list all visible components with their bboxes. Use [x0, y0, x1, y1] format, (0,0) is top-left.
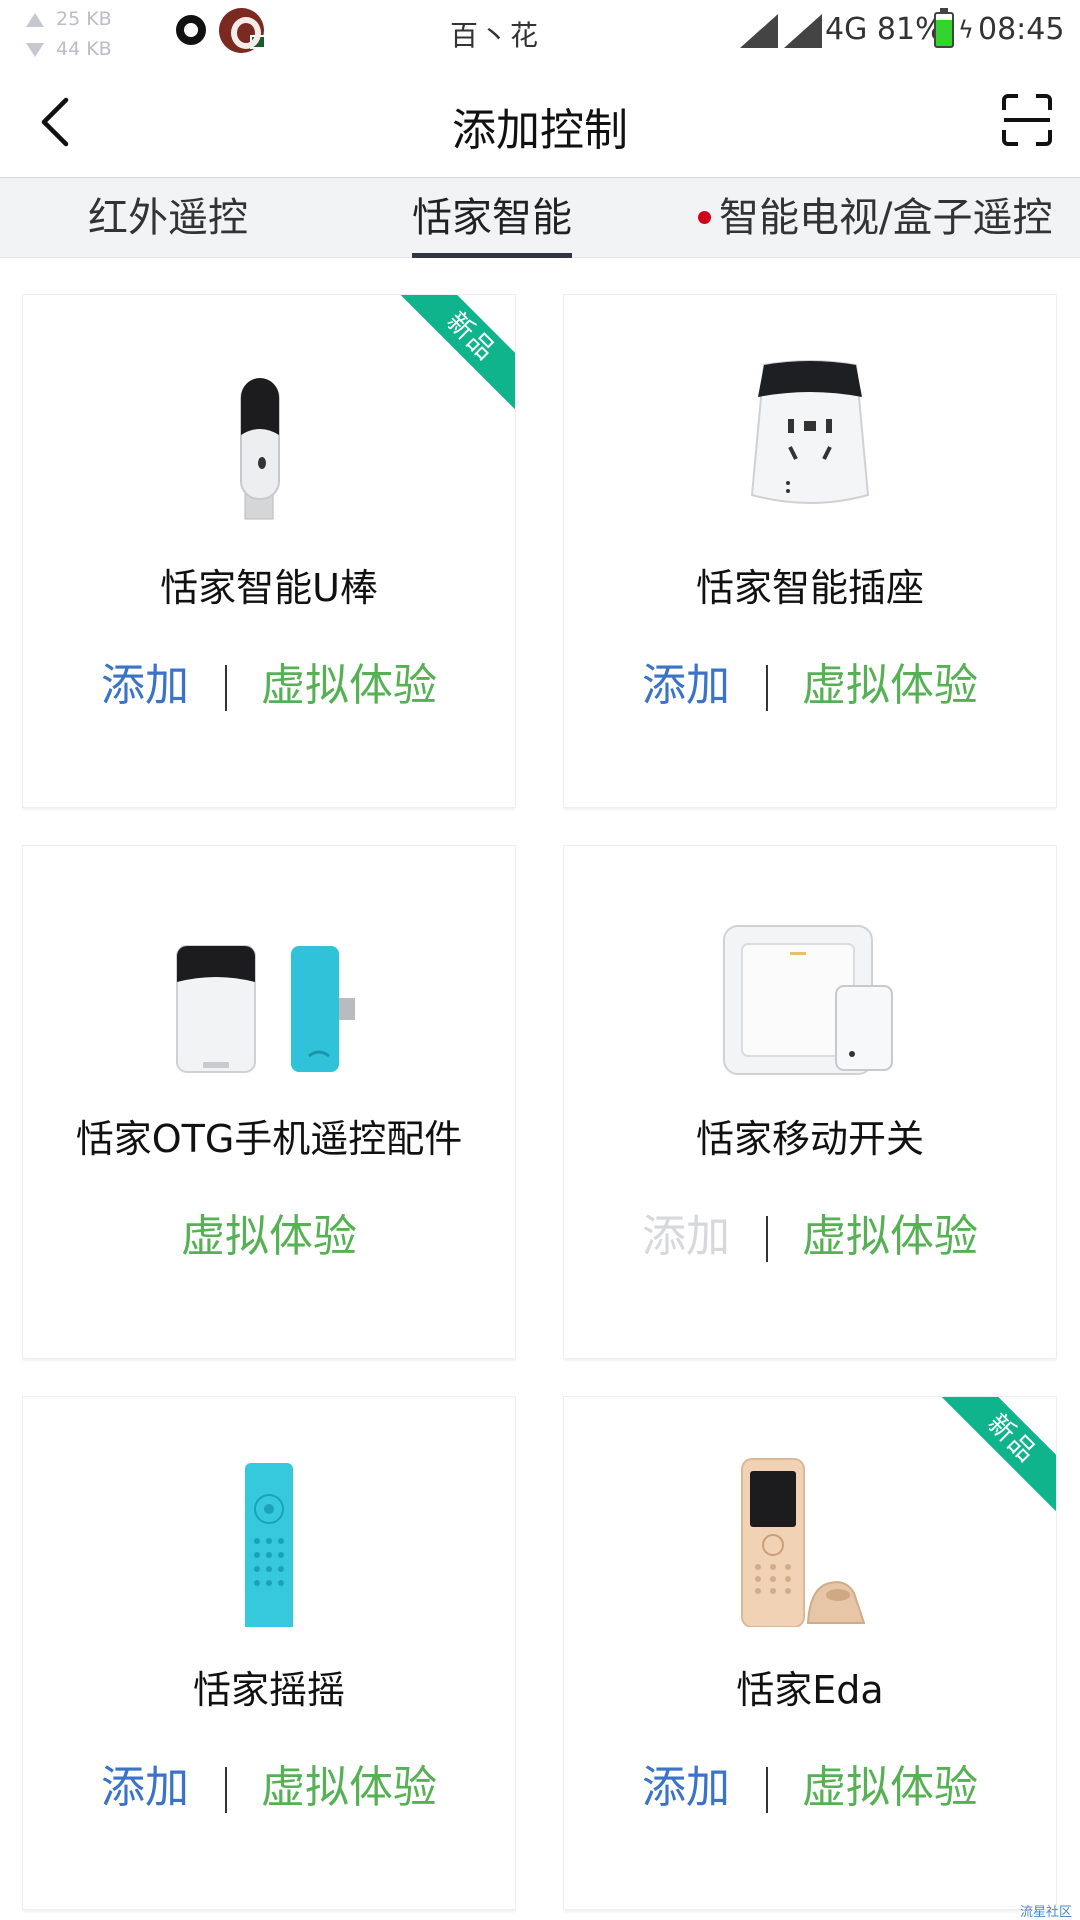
notification-ring-icon: [176, 15, 206, 45]
signal-icon: [740, 14, 778, 48]
product-name: 恬家OTG手机遥控配件: [75, 1117, 463, 1161]
product-name: 恬家Eda: [736, 1668, 884, 1712]
action-divider: [766, 1767, 768, 1813]
action-divider: [225, 1767, 227, 1813]
signal-icon-2: [784, 14, 822, 48]
product-card-smart-socket[interactable]: 恬家智能插座 添加 虚拟体验: [563, 294, 1057, 808]
title-bar: 添加控制: [0, 66, 1080, 178]
yaoyao-remote-image: [245, 1463, 293, 1627]
active-tab-indicator: [412, 253, 572, 258]
watermark: 流星社区: [1019, 1905, 1072, 1920]
product-actions: 添加 虚拟体验: [23, 1762, 515, 1814]
virtual-experience-button[interactable]: 虚拟体验: [802, 1762, 978, 1813]
clock: 08:45: [978, 12, 1065, 47]
add-button[interactable]: 添加: [642, 660, 730, 711]
tab-smart-tv-box-remote[interactable]: 智能电视/盒子遥控: [698, 178, 1052, 258]
product-actions: 添加 虚拟体验: [564, 1211, 1056, 1263]
product-name: 恬家移动开关: [695, 1117, 924, 1161]
product-actions: 虚拟体验: [23, 1211, 515, 1263]
new-dot-icon: [698, 210, 711, 224]
product-actions: 添加 虚拟体验: [564, 1762, 1056, 1814]
status-center-text: 百丶花: [450, 19, 541, 52]
virtual-experience-button[interactable]: 虚拟体验: [802, 660, 978, 711]
notification-app-icon: [219, 8, 266, 53]
add-button-disabled: 添加: [642, 1211, 730, 1262]
upload-speed: 25 KB: [56, 8, 112, 30]
upload-arrow-icon: [26, 12, 44, 27]
charging-icon: ϟ: [958, 16, 974, 44]
network-type: 4G 81%: [825, 12, 944, 47]
battery-icon: [934, 8, 954, 48]
download-speed: 44 KB: [56, 38, 112, 60]
status-bar: 25 KB 44 KB 百丶花 4G 81% ϟ 08:45: [0, 0, 1080, 66]
network-speed: 25 KB 44 KB: [26, 4, 112, 64]
action-divider: [766, 665, 768, 711]
category-tabs: 红外遥控 恬家智能 智能电视/盒子遥控: [0, 178, 1080, 258]
virtual-experience-button[interactable]: 虚拟体验: [261, 1762, 437, 1813]
product-name: 恬家智能插座: [695, 566, 924, 610]
product-name: 恬家摇摇: [192, 1668, 345, 1712]
product-card-eda[interactable]: 新品 恬家Eda 添加 虚拟体验: [563, 1396, 1057, 1910]
product-actions: 添加 虚拟体验: [564, 660, 1056, 712]
download-arrow-icon: [26, 42, 44, 57]
add-button[interactable]: 添加: [101, 660, 189, 711]
scan-icon[interactable]: [1002, 94, 1052, 146]
action-divider: [225, 665, 227, 711]
product-card-mobile-switch[interactable]: 恬家移动开关 添加 虚拟体验: [563, 845, 1057, 1359]
product-card-yaoyao[interactable]: 恬家摇摇 添加 虚拟体验: [22, 1396, 516, 1910]
product-card-u-stick[interactable]: 新品 恬家智能U棒 添加 虚拟体验: [22, 294, 516, 808]
virtual-experience-button[interactable]: 虚拟体验: [802, 1211, 978, 1262]
add-button[interactable]: 添加: [101, 1762, 189, 1813]
product-name: 恬家智能U棒: [160, 566, 378, 610]
otg-accessory-image: [176, 945, 355, 1073]
mobile-switch-image: [723, 925, 893, 1075]
tab-infrared-remote[interactable]: 红外遥控: [88, 178, 248, 258]
product-card-otg-accessory[interactable]: 恬家OTG手机遥控配件 虚拟体验: [22, 845, 516, 1359]
smart-socket-image: [750, 360, 870, 504]
page-title: 添加控制: [452, 105, 628, 156]
action-divider: [766, 1216, 768, 1262]
add-button[interactable]: 添加: [642, 1762, 730, 1813]
eda-remote-image: [741, 1458, 866, 1627]
virtual-experience-button[interactable]: 虚拟体验: [181, 1211, 357, 1262]
virtual-experience-button[interactable]: 虚拟体验: [261, 660, 437, 711]
u-stick-image: [240, 378, 280, 520]
tab-tianjia-smart[interactable]: 恬家智能: [412, 178, 572, 258]
product-actions: 添加 虚拟体验: [23, 660, 515, 712]
